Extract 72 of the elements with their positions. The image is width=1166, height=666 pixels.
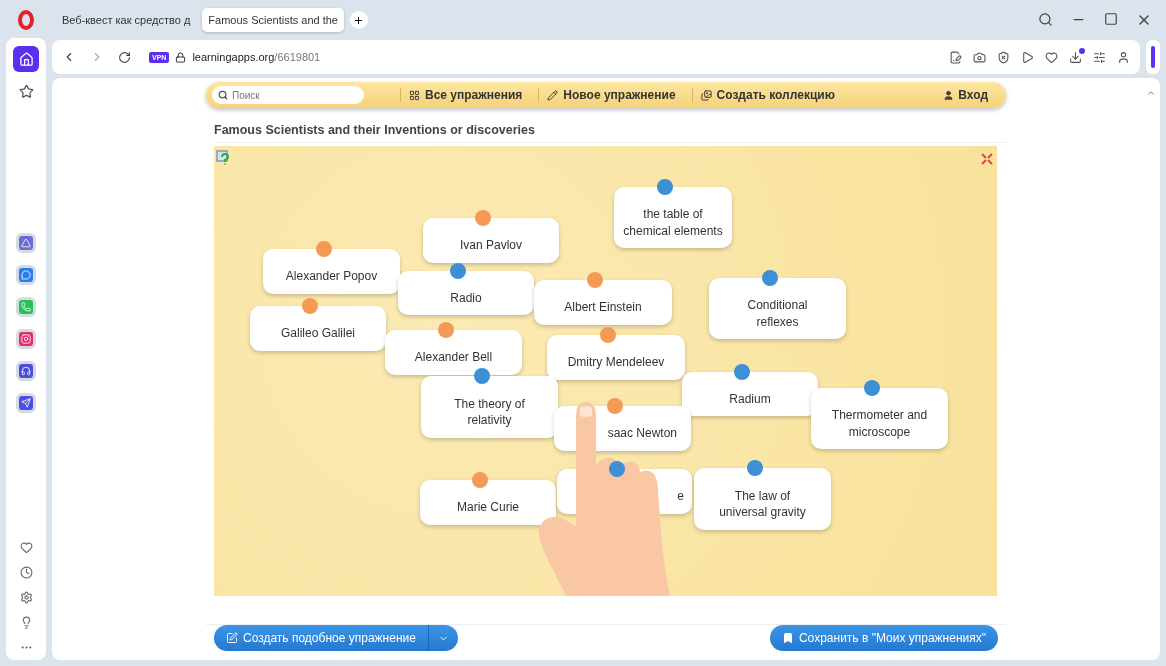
browser-tab[interactable]: Веб-квест как средство д [56,8,197,32]
browser-logo-icon[interactable] [18,10,34,30]
maximize-icon[interactable] [1104,12,1118,26]
reload-icon[interactable] [118,50,131,64]
connector-dot[interactable] [472,472,488,488]
settings-icon[interactable] [19,591,33,604]
answer-card[interactable]: Albert Einstein [534,280,672,325]
login-link[interactable]: Вход [943,88,988,102]
address-url[interactable]: learningapps.org/6619801 [192,51,321,63]
scroll-up-icon[interactable] [1146,88,1156,98]
camera-icon[interactable] [973,50,986,64]
exercise-title: Famous Scientists and their Inventions or discoveries [214,123,1006,143]
browser-tab[interactable]: Famous Scientists and the [202,8,344,32]
app-icon[interactable] [16,233,36,253]
answer-card[interactable]: Radio [398,271,534,315]
new-tab-button[interactable] [349,11,368,29]
profile-icon[interactable] [1117,50,1130,64]
answer-card[interactable]: Radium [682,372,818,416]
grid-icon [409,89,420,101]
answer-card[interactable]: Marie Curie [420,480,556,525]
instagram-icon[interactable] [16,329,36,349]
messenger-icon[interactable] [16,265,36,285]
connector-dot[interactable] [587,272,603,288]
save-button[interactable]: Сохранить в "Моих упражнениях" [769,625,998,651]
user-icon [943,89,955,101]
sidebar-toggle[interactable] [1146,40,1160,74]
plus-icon [353,14,365,26]
answer-card[interactable]: Conditional reflexes [709,278,846,339]
home-icon [18,51,34,67]
answer-card[interactable]: Galileo Galilei [250,306,386,351]
edit-icon [226,632,238,644]
toolbar-link[interactable]: Создать коллекцию [691,88,843,102]
search-icon[interactable] [1038,12,1053,27]
answer-card[interactable]: the table of chemical elements [614,187,732,248]
star-icon[interactable] [18,84,34,99]
shield-icon[interactable] [997,50,1010,64]
home-button[interactable] [13,46,39,72]
pencil-icon [547,89,559,101]
bookmark-icon [781,632,794,644]
answer-card[interactable]: Dmitry Mendeleev [547,335,685,380]
connector-dot[interactable] [475,210,491,226]
settings-icon[interactable] [1093,50,1106,64]
connector-dot[interactable] [761,270,778,286]
lock-icon [175,51,187,63]
connector-dot[interactable] [657,179,673,195]
connector-dot[interactable] [315,241,332,257]
answer-card[interactable]: Thermometer and microscope [811,388,948,449]
search-icon [218,90,228,100]
answer-card[interactable]: Ivan Pavlov [423,218,559,263]
clock-icon[interactable] [19,566,33,579]
answer-card[interactable]: The theory of relativity [421,376,558,438]
answer-card[interactable]: Alexander Bell [385,330,522,375]
search-field[interactable]: Поиск [212,86,364,104]
gallery-icon [700,89,712,101]
connector-dot[interactable] [606,398,623,414]
connector-dot[interactable] [863,380,880,396]
connector-dot[interactable] [437,322,454,338]
edit-icon[interactable] [949,50,962,64]
answer-card[interactable]: The law of universal gravity [694,468,831,530]
heart-icon[interactable] [1045,50,1058,64]
connector-dot[interactable] [450,263,466,279]
phone-chat-icon[interactable] [16,297,36,317]
connector-dot[interactable] [302,298,318,314]
download-icon[interactable] [1069,50,1082,64]
headphones-icon[interactable] [16,361,36,381]
answer-card[interactable]: Alexander Popov [263,249,400,294]
toolbar-link[interactable]: Новое упражнение [538,88,684,102]
connector-dot[interactable] [734,364,750,380]
connector-dot[interactable] [746,460,763,476]
heart-icon[interactable] [19,541,33,554]
connector-dot[interactable] [600,327,616,343]
toolbar-link[interactable]: Все упражнения [400,88,531,102]
